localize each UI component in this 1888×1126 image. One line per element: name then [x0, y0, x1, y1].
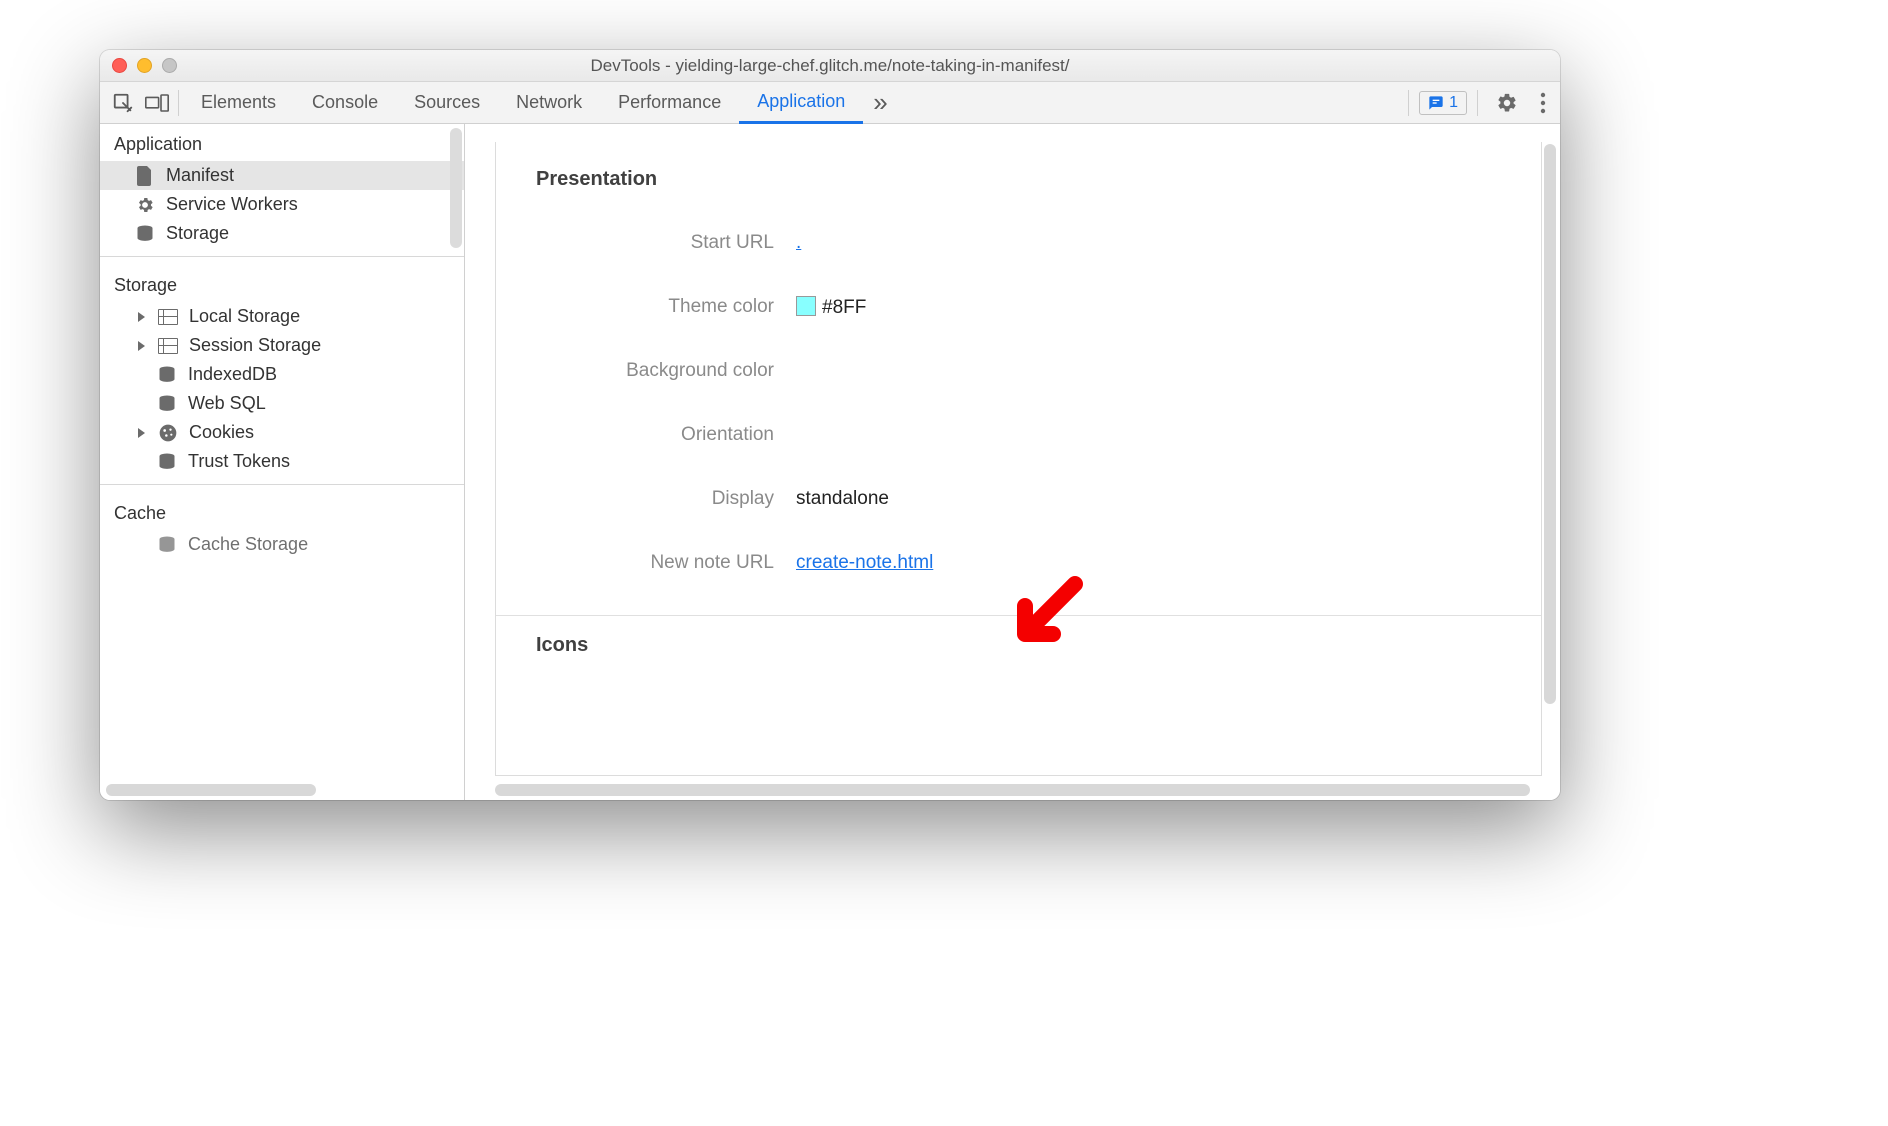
theme-color-swatch	[796, 296, 816, 316]
cookie-icon	[157, 423, 179, 443]
window-title: DevTools - yielding-large-chef.glitch.me…	[100, 56, 1560, 76]
sidebar-item-session-storage[interactable]: Session Storage	[100, 331, 464, 360]
inspect-element-icon[interactable]	[106, 86, 140, 120]
sidebar-item-label: Local Storage	[189, 306, 300, 327]
titlebar: DevTools - yielding-large-chef.glitch.me…	[100, 50, 1560, 82]
sidebar-item-label: Web SQL	[188, 393, 266, 414]
devtools-window: DevTools - yielding-large-chef.glitch.me…	[100, 50, 1560, 800]
close-window-button[interactable]	[112, 58, 127, 73]
sidebar-item-label: Cookies	[189, 422, 254, 443]
sidebar-section-storage: Storage	[100, 265, 464, 302]
expand-icon[interactable]	[138, 312, 145, 322]
table-icon	[157, 336, 179, 356]
sidebar-item-local-storage[interactable]: Local Storage	[100, 302, 464, 331]
row-display: Display standalone	[496, 467, 1541, 531]
sidebar-section-cache: Cache	[100, 493, 464, 530]
database-icon	[156, 452, 178, 472]
sidebar-scrollbar[interactable]	[450, 128, 462, 248]
tab-elements[interactable]: Elements	[183, 82, 294, 124]
theme-color-text: #8FF	[822, 297, 866, 318]
sidebar-item-web-sql[interactable]: Web SQL	[100, 389, 464, 418]
sidebar-item-label: Session Storage	[189, 335, 321, 356]
toolbar-separator	[1477, 90, 1478, 116]
tab-performance[interactable]: Performance	[600, 82, 739, 124]
devtools-toolbar: Elements Console Sources Network Perform…	[100, 82, 1560, 124]
database-icon	[156, 365, 178, 385]
row-background-color: Background color	[496, 339, 1541, 403]
label-start-url: Start URL	[496, 232, 796, 254]
row-theme-color: Theme color #8FF	[496, 275, 1541, 339]
kebab-menu-icon[interactable]	[1532, 92, 1554, 114]
database-icon	[156, 535, 178, 555]
window-controls	[112, 58, 177, 73]
presentation-panel: Presentation Start URL . Theme color #8F…	[495, 142, 1542, 776]
sidebar-horizontal-scrollbar[interactable]	[106, 784, 316, 796]
link-start-url[interactable]: .	[796, 232, 801, 253]
toolbar-separator	[178, 90, 179, 116]
main-scrollbar[interactable]	[1544, 144, 1556, 704]
sidebar-divider	[100, 484, 464, 485]
device-toolbar-icon[interactable]	[140, 86, 174, 120]
sidebar-item-label: Manifest	[166, 165, 234, 186]
row-start-url: Start URL .	[496, 211, 1541, 275]
sidebar-item-indexeddb[interactable]: IndexedDB	[100, 360, 464, 389]
tab-console[interactable]: Console	[294, 82, 396, 124]
sidebar-item-service-workers[interactable]: Service Workers	[100, 190, 464, 219]
sidebar-item-label: Storage	[166, 223, 229, 244]
tab-network[interactable]: Network	[498, 82, 600, 124]
panel-tabs: Elements Console Sources Network Perform…	[183, 82, 1404, 124]
sidebar-item-label: Trust Tokens	[188, 451, 290, 472]
sidebar-item-storage[interactable]: Storage	[100, 219, 464, 248]
tab-application[interactable]: Application	[739, 82, 863, 124]
table-icon	[157, 307, 179, 327]
sidebar-item-label: Cache Storage	[188, 534, 308, 555]
link-new-note-url[interactable]: create-note.html	[796, 552, 933, 573]
expand-icon[interactable]	[138, 341, 145, 351]
file-icon	[134, 166, 156, 186]
sidebar-item-manifest[interactable]: Manifest	[100, 161, 464, 190]
zoom-window-button[interactable]	[162, 58, 177, 73]
gear-icon	[134, 195, 156, 215]
sidebar-divider	[100, 256, 464, 257]
issues-badge[interactable]: 1	[1419, 91, 1467, 115]
sidebar-item-trust-tokens[interactable]: Trust Tokens	[100, 447, 464, 476]
sidebar-item-cookies[interactable]: Cookies	[100, 418, 464, 447]
label-new-note-url: New note URL	[496, 552, 796, 574]
tab-sources[interactable]: Sources	[396, 82, 498, 124]
toolbar-separator	[1408, 90, 1409, 116]
label-orientation: Orientation	[496, 424, 796, 446]
manifest-main-pane: Presentation Start URL . Theme color #8F…	[465, 124, 1560, 800]
label-background-color: Background color	[496, 360, 796, 382]
expand-icon[interactable]	[138, 428, 145, 438]
issue-count: 1	[1449, 94, 1458, 112]
main-horizontal-scrollbar[interactable]	[495, 784, 1530, 796]
label-display: Display	[496, 488, 796, 510]
sidebar-item-label: IndexedDB	[188, 364, 277, 385]
more-tabs-icon[interactable]: »	[863, 87, 897, 118]
sidebar-section-application: Application	[100, 124, 464, 161]
label-theme-color: Theme color	[496, 296, 796, 318]
value-theme-color: #8FF	[796, 296, 866, 319]
database-icon	[134, 224, 156, 244]
database-icon	[156, 394, 178, 414]
sidebar-item-label: Service Workers	[166, 194, 298, 215]
settings-gear-icon[interactable]	[1488, 92, 1526, 114]
application-sidebar: Application Manifest Service Workers Sto…	[100, 124, 465, 800]
issue-icon	[1428, 95, 1444, 111]
value-display: standalone	[796, 488, 889, 510]
presentation-heading: Presentation	[496, 142, 1541, 211]
annotation-arrow-icon	[1005, 574, 1085, 654]
row-orientation: Orientation	[496, 403, 1541, 467]
minimize-window-button[interactable]	[137, 58, 152, 73]
sidebar-item-cache-storage[interactable]: Cache Storage	[100, 530, 464, 559]
